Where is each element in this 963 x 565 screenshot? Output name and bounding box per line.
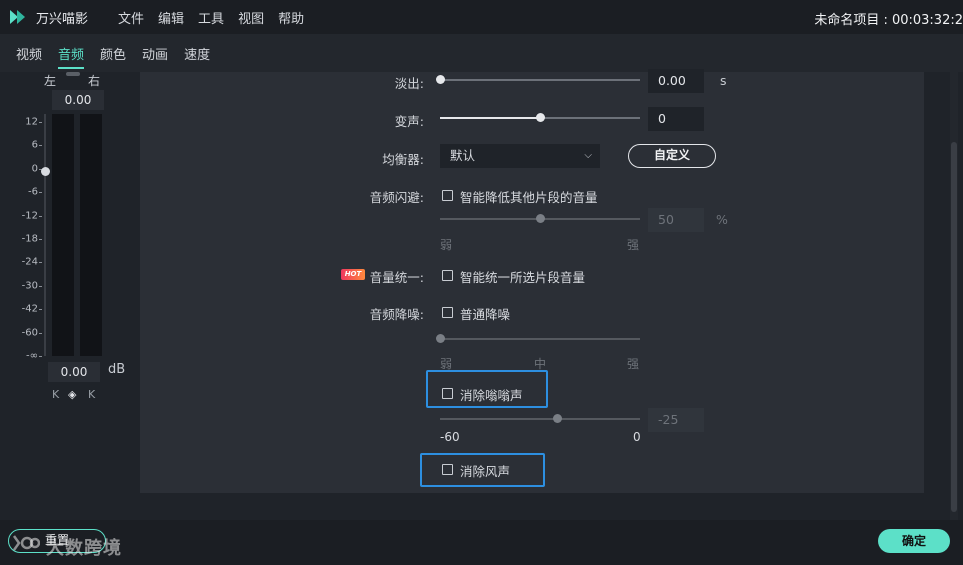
menu-view[interactable]: 视图 xyxy=(238,8,264,27)
voice-change-slider-fill xyxy=(440,117,540,119)
property-tabs: 视频 音频 颜色 动画 速度 xyxy=(0,34,963,72)
tab-audio[interactable]: 音频 xyxy=(58,38,85,69)
normalize-checkbox[interactable] xyxy=(442,270,453,281)
ducking-unit: % xyxy=(716,212,728,227)
balance-knob[interactable] xyxy=(66,72,80,76)
equalizer-select[interactable]: 默认 ⌵ xyxy=(440,144,600,168)
db-tick-mark xyxy=(39,356,42,357)
app-logo-icon xyxy=(8,7,28,27)
voice-change-label: 变声: xyxy=(394,114,424,129)
db-tick-label: -12 xyxy=(21,210,38,222)
db-tick-mark xyxy=(39,145,42,147)
ducking-high-label: 强 xyxy=(627,238,640,252)
footer-bar: 重置 大数跨境 确定 xyxy=(0,520,963,565)
tab-color[interactable]: 颜色 xyxy=(100,38,126,69)
custom-equalizer-button[interactable]: 自定义 xyxy=(628,144,716,168)
next-keyframe-button[interactable]: K xyxy=(88,388,95,401)
fade-out-slider-handle[interactable] xyxy=(436,75,445,84)
ducking-label: 音频闪避: xyxy=(369,190,424,205)
menu-tools[interactable]: 工具 xyxy=(198,8,224,27)
voice-change-slider-handle[interactable] xyxy=(536,113,545,122)
meter-bar-left xyxy=(52,114,74,356)
hum-removal-slider-handle[interactable] xyxy=(552,414,562,423)
menu-help[interactable]: 帮助 xyxy=(278,8,304,27)
db-tick-label: -60 xyxy=(21,327,38,339)
fade-out-input[interactable]: 0.00 xyxy=(648,69,704,93)
volume-fader-track[interactable] xyxy=(44,114,46,356)
watermark-text: 大数跨境 xyxy=(46,538,122,559)
ducking-input[interactable]: 50 xyxy=(648,208,704,232)
app-name: 万兴喵影 xyxy=(36,11,89,27)
menu-file[interactable]: 文件 xyxy=(118,8,144,27)
db-tick-label: -∞ xyxy=(26,350,38,362)
hum-min-label: -60 xyxy=(440,430,460,444)
denoise-slider-handle[interactable] xyxy=(436,334,445,343)
ducking-checkbox-label: 智能降低其他片段的音量 xyxy=(460,190,598,205)
fade-out-slider[interactable] xyxy=(440,79,640,81)
hum-removal-checkbox-label: 消除嗡嗡声 xyxy=(460,388,523,403)
watermark-logo-icon xyxy=(12,535,40,551)
ducking-checkbox[interactable] xyxy=(442,190,453,201)
chevron-down-icon: ⌵ xyxy=(584,150,592,161)
db-tick-label: 6 xyxy=(31,139,38,151)
denoise-slider[interactable] xyxy=(440,338,640,340)
db-unit-label: dB xyxy=(108,362,126,377)
menu-edit[interactable]: 编辑 xyxy=(158,8,184,27)
menu-bar: 文件 编辑 工具 视图 帮助 xyxy=(118,8,318,27)
tab-animation[interactable]: 动画 xyxy=(142,38,168,69)
balance-right-label: 右 xyxy=(88,74,101,88)
hum-removal-checkbox[interactable] xyxy=(442,388,453,399)
db-tick-mark xyxy=(39,332,42,334)
volume-meter-panel: 左 右 0.00 12 6 0 -6 -12 -18 -24 -30 -42 -60 -∞ 0.00… xyxy=(0,72,140,520)
tab-video[interactable]: 视频 xyxy=(16,38,42,69)
denoise-label: 音频降噪: xyxy=(369,307,424,322)
normalize-checkbox-label: 智能统一所选片段音量 xyxy=(460,270,586,285)
volume-value[interactable]: 0.00 xyxy=(48,362,100,382)
equalizer-selected: 默认 xyxy=(450,148,476,163)
db-tick-mark xyxy=(39,215,42,217)
balance-value[interactable]: 0.00 xyxy=(52,90,104,110)
denoise-checkbox[interactable] xyxy=(442,307,453,318)
hum-removal-input[interactable]: -25 xyxy=(648,408,704,432)
ok-button[interactable]: 确定 xyxy=(878,529,950,553)
db-tick-mark xyxy=(39,192,42,194)
audio-settings-panel: 淡出: 0.00 s 变声: 0 均衡器: 默认 ⌵ 自定义 音频闪避: 智能降… xyxy=(140,69,924,493)
equalizer-label: 均衡器: xyxy=(382,152,424,167)
voice-change-input[interactable]: 0 xyxy=(648,107,704,131)
volume-fader-handle[interactable] xyxy=(41,167,50,176)
db-scale: 12 6 0 -6 -12 -18 -24 -30 -42 -60 -∞ xyxy=(18,116,42,362)
hum-max-label: 0 xyxy=(633,430,641,444)
hum-removal-slider[interactable] xyxy=(440,418,640,420)
db-tick-mark xyxy=(39,262,42,264)
db-tick-mark xyxy=(39,309,42,311)
wind-removal-checkbox-label: 消除风声 xyxy=(460,464,511,479)
panel-scrollbar[interactable] xyxy=(950,72,958,520)
db-tick-label: 12 xyxy=(25,116,38,128)
db-tick-mark xyxy=(39,239,42,240)
db-tick-label: -18 xyxy=(21,233,38,245)
scrollbar-thumb[interactable] xyxy=(951,142,957,512)
db-tick-label: -42 xyxy=(21,303,38,315)
tab-speed[interactable]: 速度 xyxy=(184,38,210,69)
title-bar: 万兴喵影 文件 编辑 工具 视图 帮助 未命名项目 : 00:03:32:2 xyxy=(0,0,963,34)
denoise-checkbox-label: 普通降噪 xyxy=(460,307,511,322)
db-tick-label: 0 xyxy=(31,163,38,175)
db-tick-label: -24 xyxy=(21,256,38,268)
add-keyframe-button[interactable]: ◈ xyxy=(68,388,76,401)
db-tick-mark xyxy=(39,285,42,287)
meter-bar-right xyxy=(80,114,102,356)
db-tick-mark xyxy=(39,122,42,123)
ducking-slider-handle[interactable] xyxy=(536,214,545,223)
denoise-high-label: 强 xyxy=(627,357,640,371)
wind-removal-checkbox[interactable] xyxy=(442,464,453,475)
ducking-low-label: 弱 xyxy=(440,238,453,252)
project-title: 未命名项目 : 00:03:32:2 xyxy=(814,13,963,28)
db-tick-label: -6 xyxy=(28,186,38,198)
balance-left-label: 左 xyxy=(44,74,57,88)
prev-keyframe-button[interactable]: K xyxy=(52,388,59,401)
db-tick-label: -30 xyxy=(21,280,38,292)
normalize-label: 音量统一: xyxy=(369,270,424,285)
fade-out-unit: s xyxy=(720,73,727,88)
fade-out-label: 淡出: xyxy=(394,76,424,91)
